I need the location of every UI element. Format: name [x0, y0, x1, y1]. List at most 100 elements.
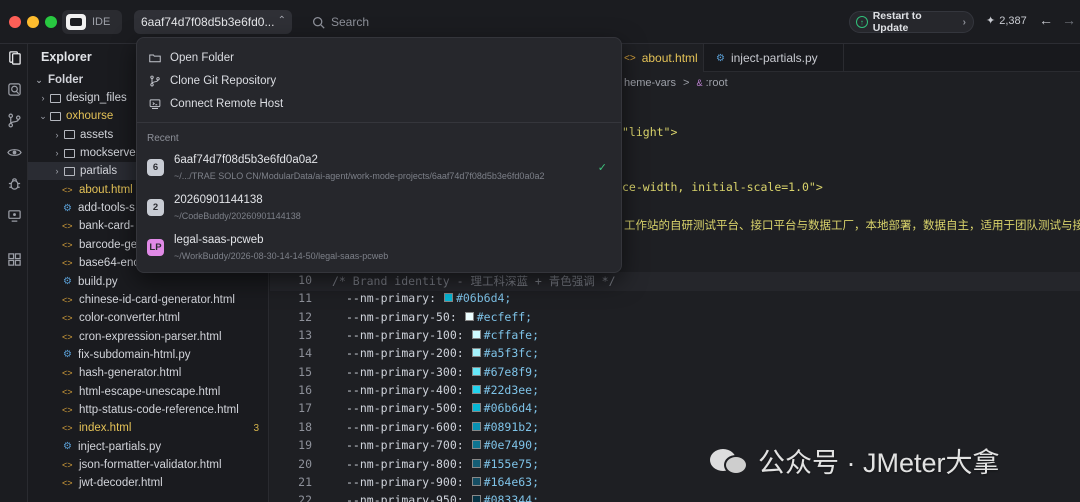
explorer-title: Explorer [41, 50, 92, 64]
recent-project-item[interactable]: 2 20260901144138 ~/CodeBuddy/2026090114413… [147, 191, 611, 229]
project-avatar: LP [147, 239, 164, 256]
html-file-icon: <> [62, 478, 73, 489]
code-line: --nm-primary-800: #155e75; [346, 457, 539, 471]
html-file-icon: <> [62, 239, 73, 250]
search-box[interactable]: Search [304, 10, 504, 34]
code-line: --nm-primary-100: #cffafe; [346, 328, 539, 342]
color-swatch[interactable] [471, 330, 481, 340]
preview-eye-icon[interactable] [5, 143, 23, 161]
source-control-icon[interactable] [5, 111, 23, 129]
files-icon[interactable] [5, 48, 23, 66]
chevron-right-icon: › [55, 148, 59, 159]
tree-item[interactable]: ⚙ inject-partials.py [28, 438, 269, 456]
breadcrumb-segment[interactable]: :root [706, 77, 728, 89]
tree-item-label: hash-generator.html [79, 367, 182, 380]
forward-arrow-icon[interactable]: → [1062, 12, 1076, 28]
color-swatch[interactable] [471, 440, 481, 450]
color-swatch[interactable] [464, 311, 474, 321]
line-number: 10 [298, 273, 312, 287]
ide-logo-icon [66, 14, 86, 30]
folder-open-icon [149, 54, 161, 63]
line-number: 13 [298, 328, 312, 343]
tree-item[interactable]: <> color-converter.html [28, 309, 269, 327]
recent-project-name: 6aaf74d7f08d5b3e6fd0a0a2 [174, 154, 318, 166]
recent-project-item[interactable]: LP legal-saas-pcweb ~/WorkBuddy/2026-08-30… [147, 231, 611, 269]
tree-item[interactable]: <> jwt-decoder.html [28, 474, 269, 492]
tree-item-label: fix-subdomain-html.py [78, 348, 191, 361]
color-swatch[interactable] [471, 385, 481, 395]
restart-label: Restart to Update [872, 10, 922, 34]
css-value: #083344; [483, 493, 540, 502]
python-file-icon: ⚙ [63, 276, 72, 287]
project-avatar: 6 [147, 159, 164, 176]
color-swatch[interactable] [471, 458, 481, 468]
tree-item-label: jwt-decoder.html [79, 477, 163, 490]
tree-item-label: about.html [79, 183, 133, 196]
git-branch-icon [150, 75, 160, 87]
tree-item-label: partials [80, 165, 118, 178]
code-comment: /* Brand identity - 理工科深蓝 + 青色强调 */ [332, 274, 616, 288]
line-number: 15 [298, 364, 312, 379]
code-line: --nm-primary-500: #06b6d4; [346, 401, 539, 415]
tree-item[interactable]: <> http-status-code-reference.html [28, 401, 269, 419]
color-swatch[interactable] [471, 403, 481, 413]
extensions-grid-icon[interactable] [5, 250, 23, 268]
root-folder-label: Folder [48, 74, 84, 86]
clone-git-repository-item[interactable]: Clone Git Repository [149, 71, 276, 91]
tree-item[interactable]: ⚙ build.py [28, 273, 269, 291]
chevron-right-icon: › [41, 93, 45, 103]
color-swatch[interactable] [471, 495, 481, 502]
tree-item[interactable]: <> html-escape-unescape.html [28, 383, 269, 401]
restart-to-update-button[interactable]: ↑ Restart to Update › [849, 10, 974, 34]
code-fragment: ce-width, initial-scale=1.0"> [622, 180, 823, 194]
connect-remote-host-item[interactable]: Connect Remote Host [149, 94, 283, 114]
minimize-window-button[interactable] [27, 16, 39, 28]
recent-project-item[interactable]: 6 6aaf74d7f08d5b3e6fd0a0a2 ~/.../TRAE SOLO… [147, 151, 611, 189]
open-folder-item[interactable]: Open Folder [149, 48, 234, 68]
css-value: #0e7490; [483, 438, 540, 453]
color-swatch[interactable] [471, 348, 481, 358]
line-number: 11 [298, 291, 312, 306]
breadcrumb-segment[interactable]: heme-vars [624, 77, 676, 89]
tab-inject-partials-py[interactable]: ⚙ inject-partials.py [704, 44, 844, 72]
ide-mode-chip[interactable]: IDE [62, 10, 122, 34]
line-number: 22 [298, 493, 312, 502]
folder-icon [64, 148, 75, 158]
css-property: --nm-primary-200: [346, 346, 464, 361]
tree-item[interactable]: ⚙ fix-subdomain-html.py [28, 346, 269, 364]
project-name: 6aaf74d7f08d5b3e6fd0... [141, 15, 275, 29]
color-swatch[interactable] [443, 293, 453, 303]
tree-item[interactable]: <> cron-expression-parser.html [28, 328, 269, 346]
color-swatch[interactable] [471, 421, 481, 431]
remote-host-icon [149, 99, 161, 109]
html-file-icon: <> [62, 258, 73, 269]
debug-bug-icon[interactable] [5, 174, 23, 192]
color-swatch[interactable] [471, 476, 481, 486]
code-line: --nm-primary-200: #a5f3fc; [346, 346, 539, 360]
project-selector[interactable]: 6aaf74d7f08d5b3e6fd0... ⌃ [134, 10, 292, 34]
tree-item[interactable]: <> chinese-id-card-generator.html [28, 291, 269, 309]
close-window-button[interactable] [9, 16, 21, 28]
line-number: 14 [298, 346, 312, 361]
html-file-icon: <> [62, 221, 73, 232]
tree-item[interactable]: <> json-formatter-validator.html [28, 456, 269, 474]
tree-item[interactable]: <> index.html 3 [28, 419, 269, 437]
python-file-icon: ⚙ [63, 349, 72, 361]
css-property: --nm-primary-50: [346, 309, 457, 324]
code-fragment: "light"> [622, 125, 678, 139]
chevron-right-icon: › [55, 129, 59, 140]
ide-window: IDE 6aaf74d7f08d5b3e6fd0... ⌃ Search ↑ R… [0, 0, 1080, 502]
tree-item[interactable]: <> hash-generator.html [28, 364, 269, 382]
chevron-down-icon: ⌄ [39, 110, 47, 121]
stars-counter[interactable]: ✦ 2,387 [986, 14, 1027, 28]
css-property: --nm-primary-700: [346, 438, 464, 453]
color-swatch[interactable] [471, 366, 481, 376]
breadcrumb: heme-vars > & :root [624, 77, 728, 89]
search-files-icon[interactable] [5, 80, 23, 98]
remote-monitor-icon[interactable] [5, 206, 23, 224]
tab-about-html[interactable]: <> about.html [612, 44, 704, 72]
project-avatar: 2 [147, 199, 164, 216]
code-line: --nm-primary-50: #ecfeff; [346, 310, 532, 324]
maximize-window-button[interactable] [45, 16, 57, 28]
back-arrow-icon[interactable]: ← [1039, 12, 1053, 28]
